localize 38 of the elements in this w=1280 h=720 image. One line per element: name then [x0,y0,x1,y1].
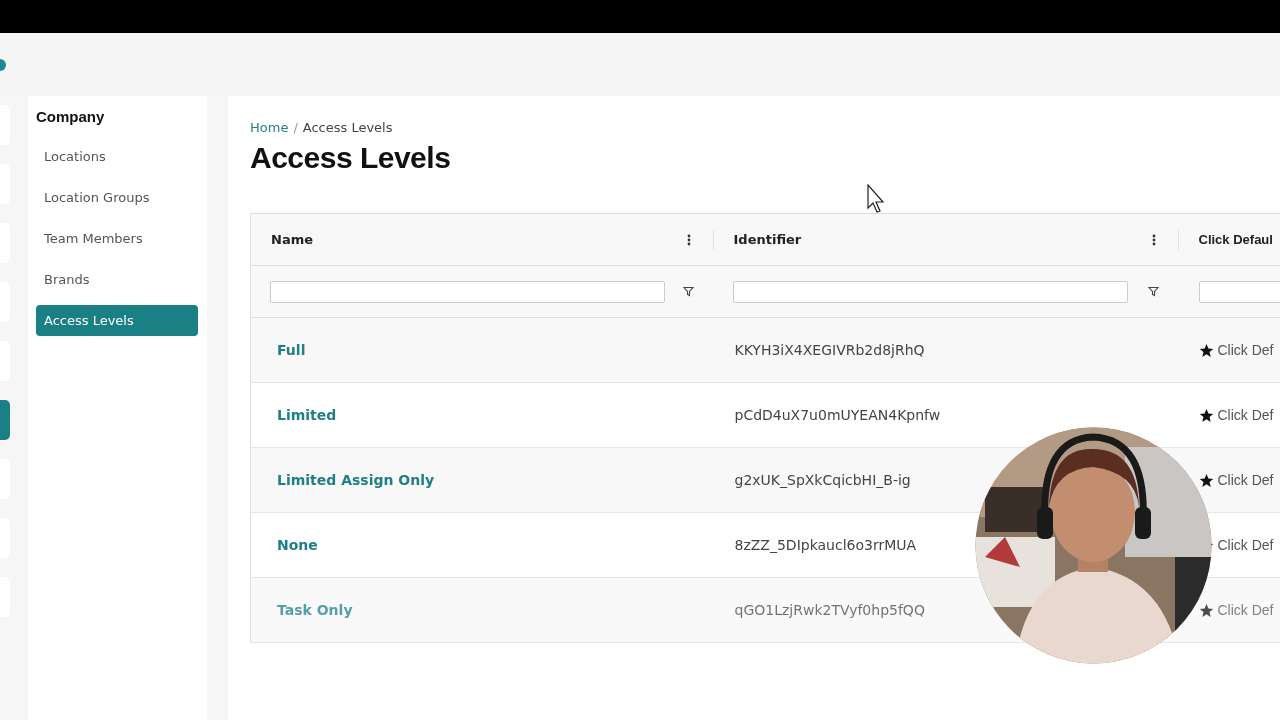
name-link[interactable]: Full [277,342,306,358]
table-cell: 8zZZ_5DIpkaucl6o3rrMUA [734,537,917,553]
sidebar-item[interactable]: Location Groups [36,182,158,213]
sidebar-item[interactable]: Team Members [36,223,151,254]
table-cell: g2xUK_SpXkCqicbHI_B-ig [734,472,911,488]
sidebar-item[interactable]: Brands [36,264,98,295]
name-link[interactable]: Limited [277,407,337,423]
breadcrumb-link[interactable]: Home [250,120,289,135]
star-icon[interactable] [1198,407,1214,423]
star-icon[interactable] [1198,472,1214,488]
table-cell: pCdD4uX7u0mUYEAN4Kpnfw [734,407,941,423]
filter-field[interactable] [732,280,1128,303]
name-link[interactable]: Limited Assign Only [277,472,435,488]
default-action-link[interactable]: Click Def [1217,602,1274,618]
table-cell: KKYH3iX4XEGIVRb2d8jRhQ [734,342,925,358]
sidebar-item[interactable]: Access Levels [36,305,198,336]
column-header[interactable]: Name [271,232,313,247]
page-title: Access Levels [250,141,451,175]
default-action-link[interactable]: Click Def [1217,407,1274,423]
sidebar-item[interactable]: Locations [36,141,114,172]
default-action-link[interactable]: Click Def [1217,342,1274,358]
breadcrumb-current: Access Levels [302,120,393,135]
nav-rail-item[interactable] [0,400,10,440]
star-icon[interactable] [1198,342,1214,358]
name-link[interactable]: None [277,537,318,553]
filter-field[interactable] [1198,280,1280,303]
table-cell: qGO1LzjRwk2TVyf0hp5fQQ [734,602,925,618]
kebab-menu-icon[interactable] [686,233,691,246]
default-action-link[interactable]: Click Def [1217,472,1274,488]
column-header[interactable]: Identifier [733,232,802,247]
default-action-link[interactable]: Click Def [1217,537,1274,553]
filter-icon[interactable] [682,286,694,297]
kebab-menu-icon[interactable] [1151,233,1156,246]
star-icon[interactable] [1198,602,1214,618]
filter-field[interactable] [270,280,665,303]
section-title: Company [36,108,105,125]
filter-icon[interactable] [1147,286,1159,297]
breadcrumb-separator: / [293,120,298,135]
